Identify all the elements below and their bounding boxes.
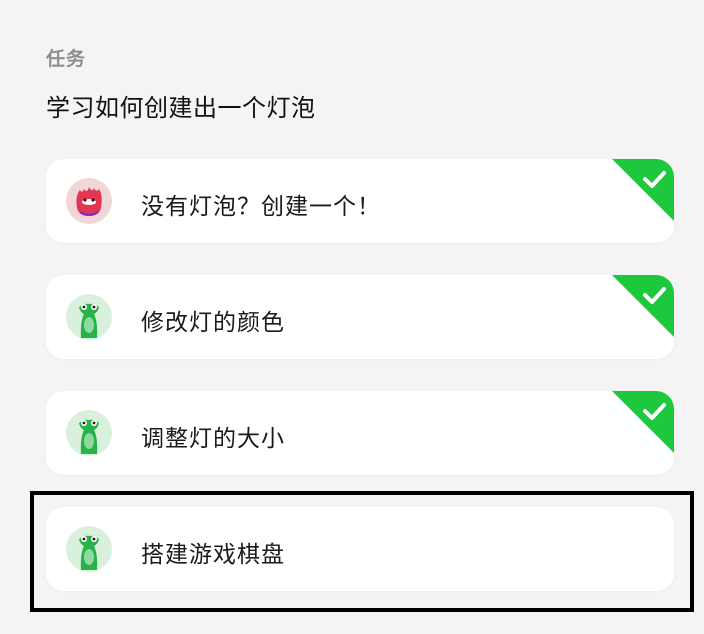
task-label: 修改灯的颜色 xyxy=(141,310,285,336)
green-lizard-icon xyxy=(66,294,112,340)
task-card[interactable]: 没有灯泡？创建一个！ xyxy=(46,159,674,243)
task-card[interactable]: 修改灯的颜色 xyxy=(46,275,674,359)
task-card[interactable]: 搭建游戏棋盘 xyxy=(46,507,674,591)
check-icon xyxy=(612,275,674,337)
task-label: 搭建游戏棋盘 xyxy=(141,542,285,568)
check-icon xyxy=(612,391,674,453)
red-creature-icon xyxy=(66,178,112,224)
green-lizard-icon xyxy=(66,410,112,456)
check-icon xyxy=(612,159,674,221)
section-label: 任务 xyxy=(46,48,87,70)
green-lizard-icon xyxy=(66,526,112,572)
page-title: 学习如何创建出一个灯泡 xyxy=(46,94,316,122)
task-card[interactable]: 调整灯的大小 xyxy=(46,391,674,475)
task-label: 没有灯泡？创建一个！ xyxy=(141,194,381,220)
task-label: 调整灯的大小 xyxy=(141,426,285,452)
